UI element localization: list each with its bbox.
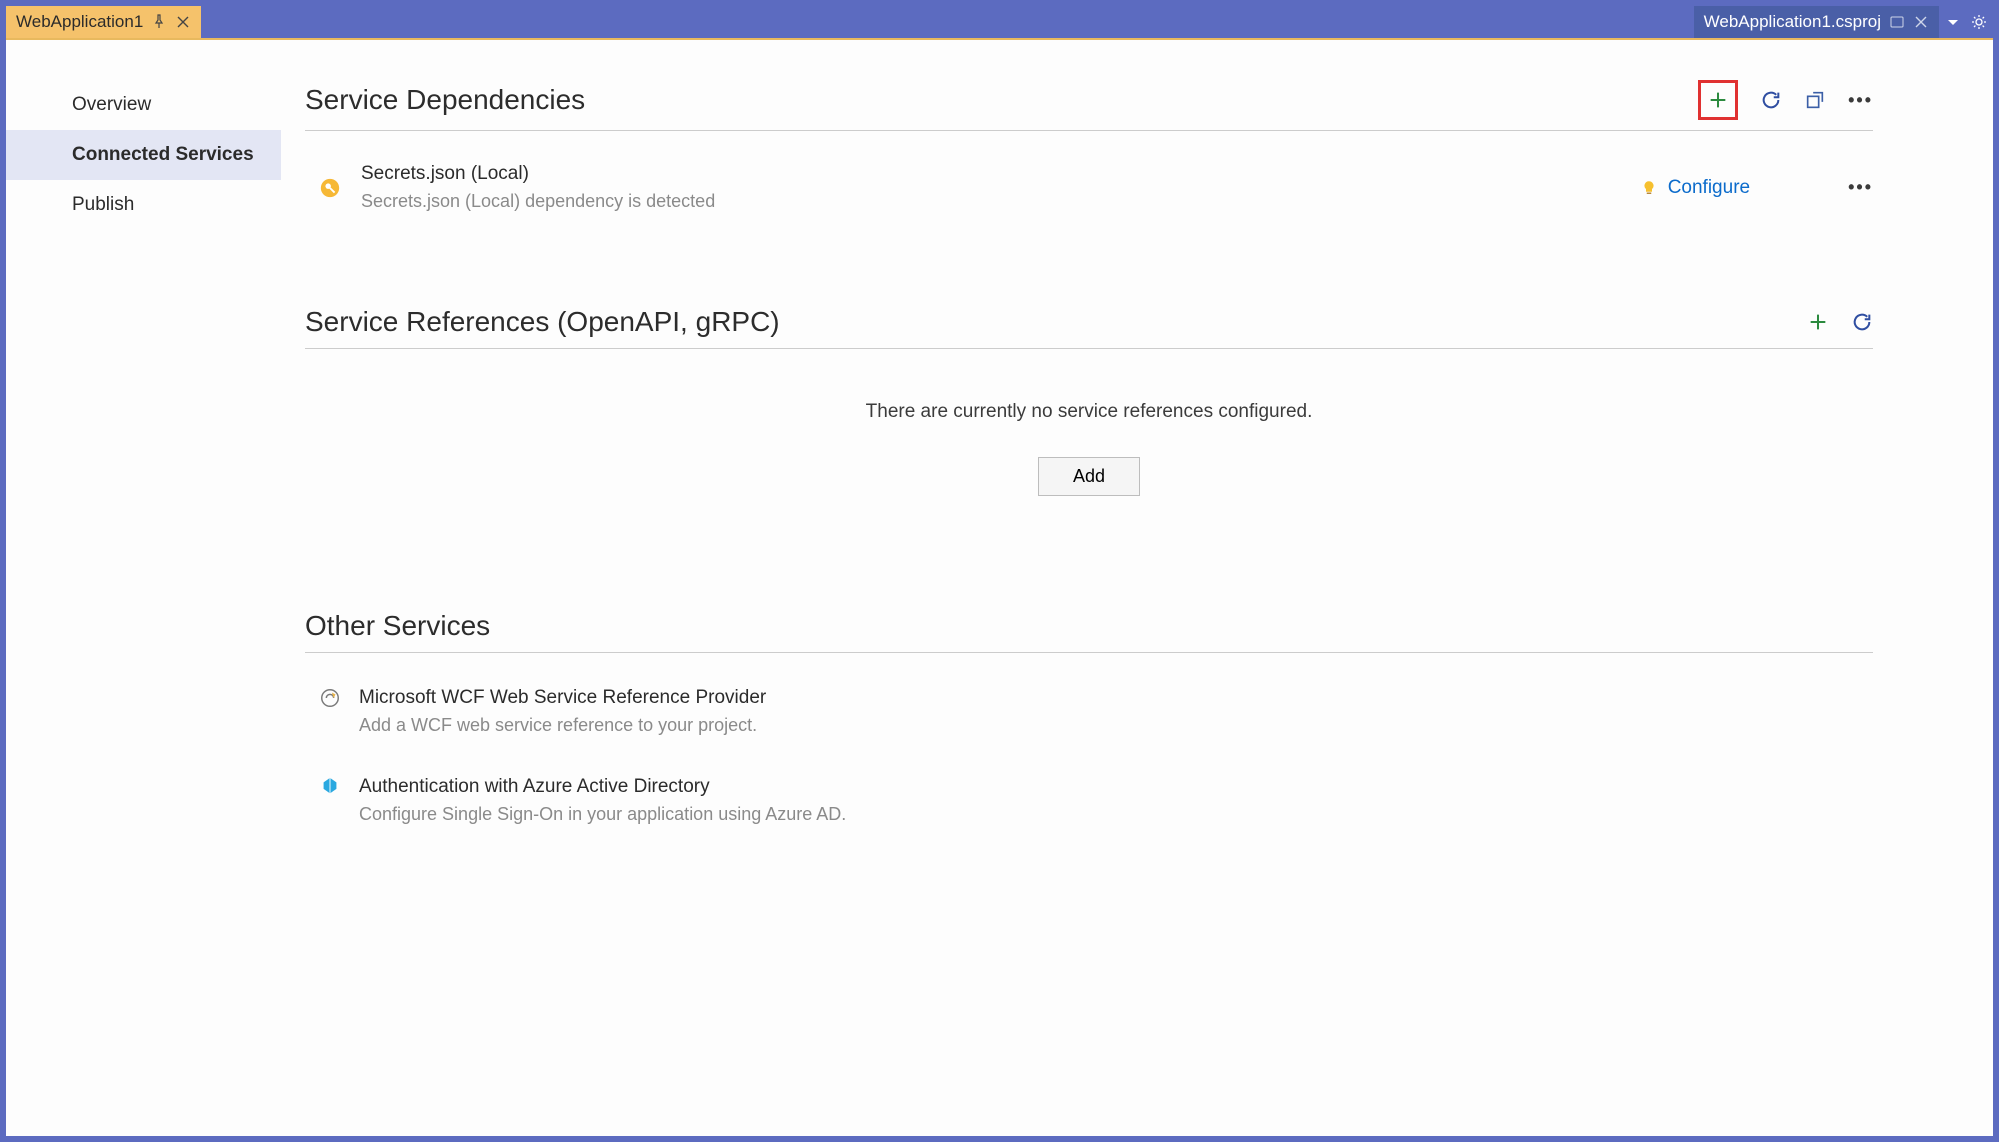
service-title: Authentication with Azure Active Directo… xyxy=(359,776,846,798)
sidebar: Overview Connected Services Publish xyxy=(6,40,281,1136)
lightbulb-icon xyxy=(1640,179,1658,197)
popout-icon[interactable] xyxy=(1804,89,1826,111)
sidebar-item-label: Publish xyxy=(72,194,134,215)
section-service-dependencies: Service Dependencies • xyxy=(305,80,1873,216)
section-title: Service Dependencies xyxy=(305,84,585,116)
sidebar-item-publish[interactable]: Publish xyxy=(6,180,281,230)
section-title: Service References (OpenAPI, gRPC) xyxy=(305,306,780,338)
chevron-down-icon[interactable] xyxy=(1945,14,1961,30)
preview-icon[interactable] xyxy=(1889,14,1905,30)
dependency-title: Secrets.json (Local) xyxy=(361,163,1620,185)
sidebar-item-connected-services[interactable]: Connected Services xyxy=(6,130,281,180)
tab-webapplication1[interactable]: WebApplication1 xyxy=(6,6,201,38)
sidebar-item-label: Connected Services xyxy=(72,144,254,165)
add-icon[interactable] xyxy=(1807,311,1829,333)
tab-label: WebApplication1 xyxy=(16,12,143,32)
service-row-wcf[interactable]: Microsoft WCF Web Service Reference Prov… xyxy=(305,681,1873,742)
sidebar-item-overview[interactable]: Overview xyxy=(6,80,281,130)
service-description: Add a WCF web service reference to your … xyxy=(359,715,766,736)
gear-icon[interactable] xyxy=(1971,14,1987,30)
more-icon[interactable]: ••• xyxy=(1848,90,1873,111)
sidebar-item-label: Overview xyxy=(72,94,151,115)
key-icon xyxy=(319,177,341,199)
add-button[interactable]: Add xyxy=(1038,457,1140,496)
more-icon[interactable]: ••• xyxy=(1848,177,1873,198)
close-icon[interactable] xyxy=(1913,14,1929,30)
refresh-icon[interactable] xyxy=(1851,311,1873,333)
section-other-services: Other Services Microsoft WCF Web Service… xyxy=(305,610,1873,831)
add-icon[interactable] xyxy=(1707,89,1729,111)
dependency-description: Secrets.json (Local) dependency is detec… xyxy=(361,191,1620,212)
close-icon[interactable] xyxy=(175,14,191,30)
section-service-references: Service References (OpenAPI, gRPC) There… xyxy=(305,306,1873,520)
pin-icon[interactable] xyxy=(151,14,167,30)
empty-message: There are currently no service reference… xyxy=(305,401,1873,423)
section-title: Other Services xyxy=(305,610,490,642)
link-icon xyxy=(319,687,341,709)
tab-csproj[interactable]: WebApplication1.csproj xyxy=(1694,6,1939,38)
configure-link[interactable]: Configure xyxy=(1668,177,1750,199)
service-title: Microsoft WCF Web Service Reference Prov… xyxy=(359,687,766,709)
tab-strip: WebApplication1 WebApplication1.csproj xyxy=(6,6,1993,38)
tab-label: WebApplication1.csproj xyxy=(1704,12,1881,32)
service-row-aad[interactable]: Authentication with Azure Active Directo… xyxy=(305,770,1873,831)
service-description: Configure Single Sign-On in your applica… xyxy=(359,804,846,825)
azure-ad-icon xyxy=(319,776,341,798)
dependency-row: Secrets.json (Local) Secrets.json (Local… xyxy=(305,159,1873,216)
highlight-add-dependency xyxy=(1698,80,1738,120)
refresh-icon[interactable] xyxy=(1760,89,1782,111)
